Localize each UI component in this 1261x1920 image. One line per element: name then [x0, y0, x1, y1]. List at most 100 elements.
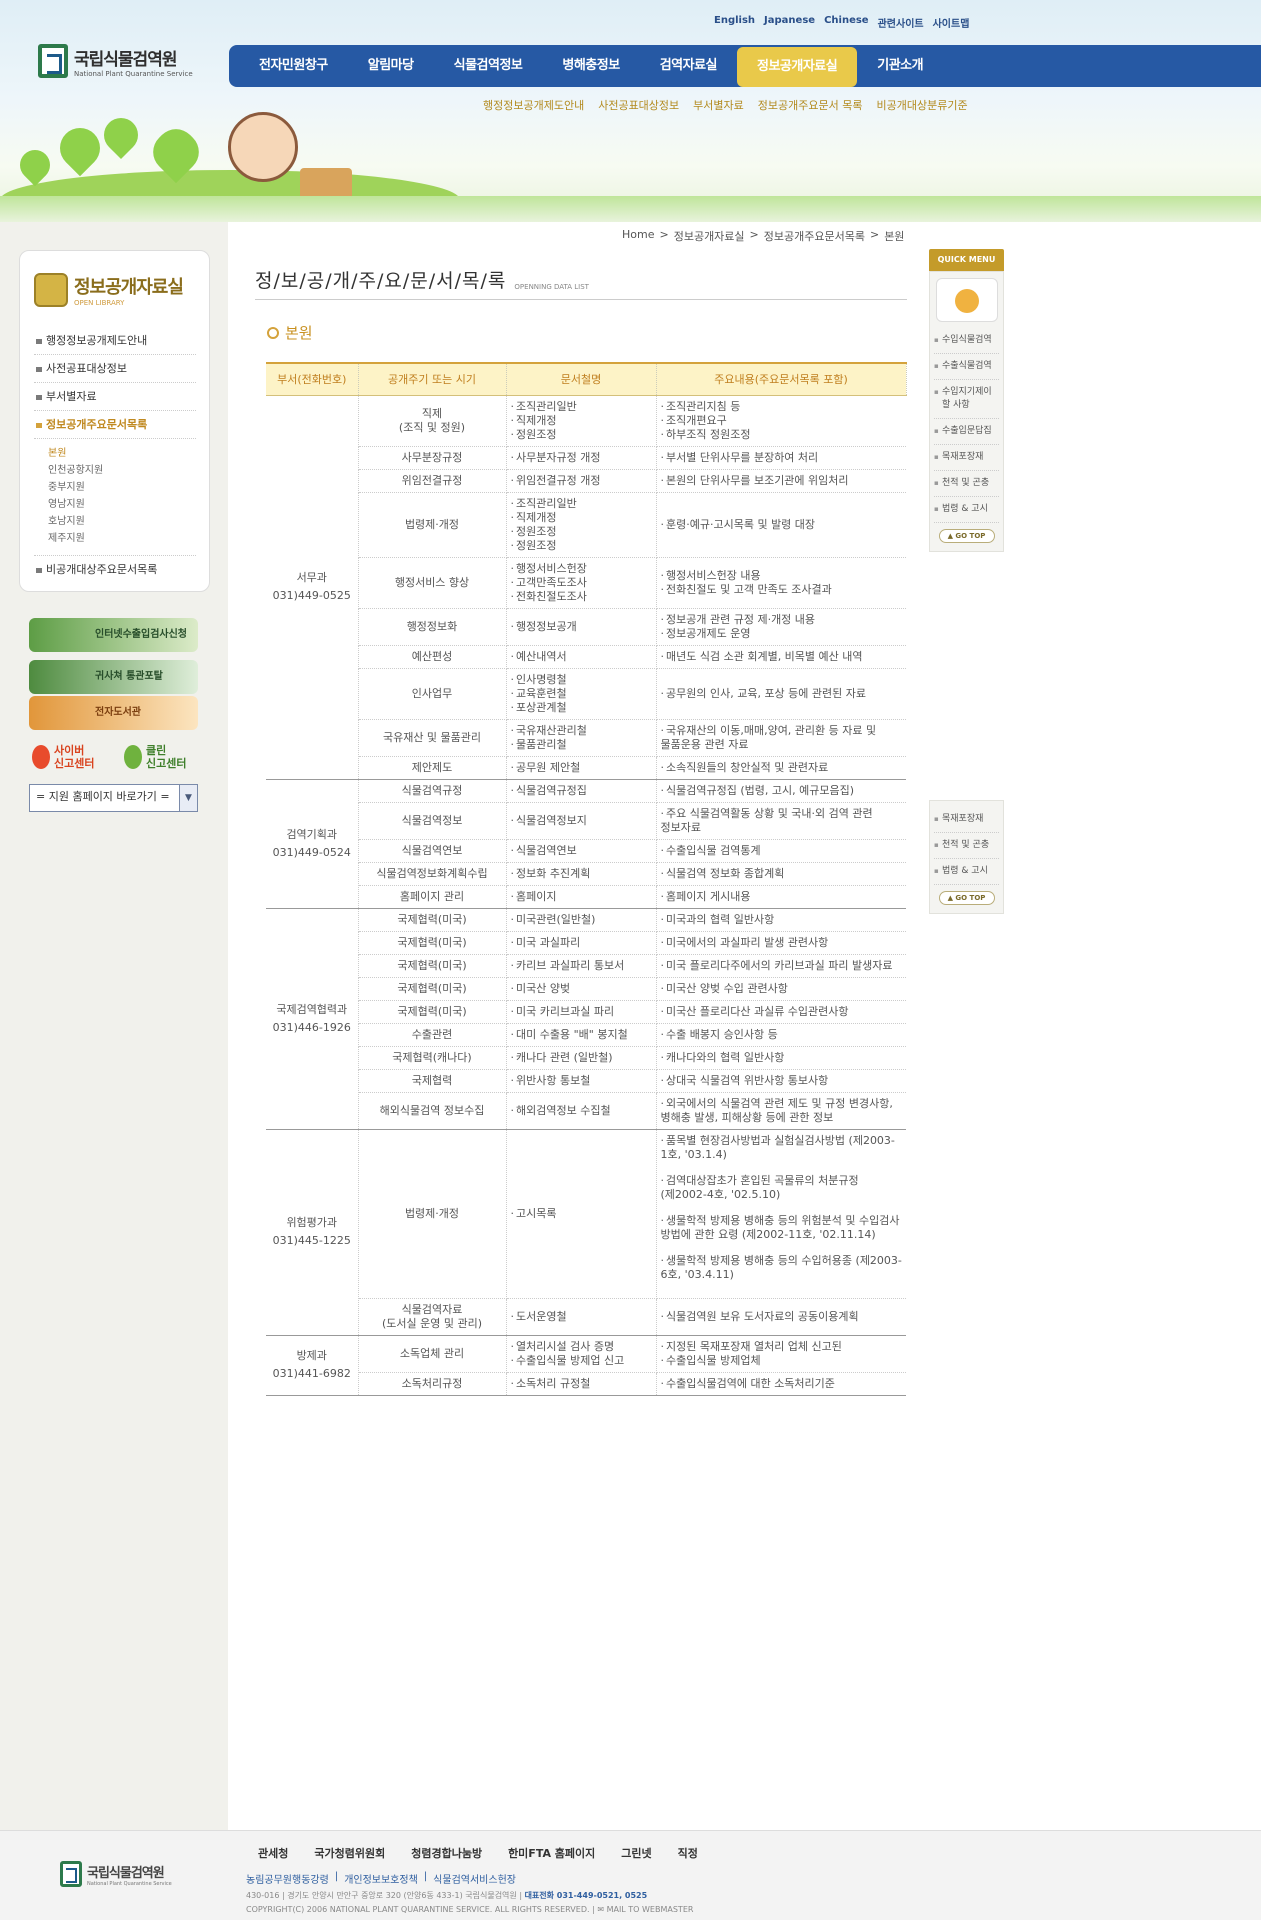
quick-menu-item[interactable]: 수출식물검역	[934, 354, 999, 380]
period-cell: 제안제도	[358, 756, 507, 780]
quick-menu-item[interactable]: 목재포장재	[934, 445, 999, 471]
banner-customs-portal[interactable]: 귀사쳐 통관포탈	[29, 660, 198, 694]
related-sites-link[interactable]: 관련사이트	[878, 15, 924, 30]
subnav-item[interactable]: 정보공개주요문서 목록	[758, 97, 863, 113]
table-row: 예산편성 예산내역서 매년도 식검 소관 회계별, 비목별 예산 내역	[266, 645, 906, 669]
logo-mark-icon	[38, 44, 68, 78]
go-top-button[interactable]: ▲ GO TOP	[938, 529, 995, 543]
breadcrumb-home[interactable]: Home	[622, 228, 654, 244]
breadcrumb-item[interactable]: 정보공개자료실	[674, 228, 745, 244]
sidebar-subitem[interactable]: 호남지원	[48, 513, 196, 530]
document-name: 미국 과실파리	[511, 936, 652, 950]
lang-japanese-link[interactable]: Japanese	[764, 15, 815, 30]
subnav-item[interactable]: 행정정보공개제도안내	[483, 97, 584, 113]
content-line: 소속직원들의 창안실적 및 관련자료	[661, 761, 903, 775]
sidebar-item[interactable]: 부서별자료	[34, 383, 196, 411]
lang-chinese-link[interactable]: Chinese	[824, 15, 869, 30]
quick-menu-item[interactable]: 법령 & 고시	[934, 497, 999, 523]
lang-english-link[interactable]: English	[714, 15, 755, 30]
footer-link[interactable]: 개인정보보호정책	[344, 1871, 418, 1886]
sidebar-subitem[interactable]: 중부지원	[48, 479, 196, 496]
branch-site-select[interactable]: = 지원 홈페이지 바로가기 = ▼	[29, 784, 198, 812]
quick-menu-item[interactable]: 법령 & 고시	[934, 859, 999, 885]
go-top-button[interactable]: ▲ GO TOP	[938, 891, 995, 905]
content-line: 행정서비스헌장 내용	[661, 569, 903, 583]
footer-link[interactable]: 농림공무원행동강령	[246, 1871, 329, 1886]
document-cell: 식물검역규정집	[506, 779, 657, 803]
heart-tree-icon	[96, 110, 146, 160]
quick-menu-item[interactable]: 수입지기제이할 사항	[934, 380, 999, 419]
gnb-item-active[interactable]: 정보공개자료실	[737, 47, 858, 87]
document-name: 직제개정	[511, 511, 652, 525]
table-row: 식물검역자료 (도서실 운영 및 관리) 도서운영철 식물검역원 보유 도서자료의 …	[266, 1298, 906, 1336]
banner-internet-inspection[interactable]: 인터넷수출입검사신청	[29, 618, 198, 652]
period-cell: 위임전결규정	[358, 469, 507, 493]
sidebar-submenu: 본원 인천공항지원 중부지원 영남지원 호남지원 제주지원	[34, 439, 196, 556]
sidebar-item-active[interactable]: 정보공개주요문서목록	[34, 411, 196, 439]
partner-link[interactable]: 관세청	[258, 1845, 288, 1861]
table-row: 방제과031)441-6982소독업체 관리열처리시설 검사 증명수출입식물 방…	[266, 1335, 906, 1396]
content-cell: 지정된 목재포장재 열처리 업체 신고된수출입식물 방제업체	[656, 1335, 906, 1373]
document-name: 조직관리일반	[511, 400, 652, 414]
content-line: 매년도 식검 소관 회계별, 비목별 예산 내역	[661, 650, 903, 664]
gnb-item[interactable]: 병해충정보	[542, 45, 639, 87]
department-name: 국제검역협력과	[276, 1002, 348, 1016]
partner-links: 관세청 국가청렴위원회 청렴경합나눔방 한미FTA 홈페이지 그린넷 직정	[258, 1845, 698, 1861]
partner-link[interactable]: 국가청렴위원회	[314, 1845, 385, 1861]
subnav-item[interactable]: 부서별자료	[693, 97, 744, 113]
document-name: 캐나다 관련 (일반철)	[511, 1051, 652, 1065]
partner-link[interactable]: 청렴경합나눔방	[411, 1845, 482, 1861]
department-name: 방제과	[296, 1349, 327, 1362]
siren-icon	[32, 745, 50, 769]
gnb-item[interactable]: 알림마당	[348, 45, 434, 87]
mail-icon: ✉	[597, 1905, 605, 1914]
banner-e-library[interactable]: 전자도서관	[29, 696, 198, 730]
subnav-item[interactable]: 비공개대상분류기준	[876, 97, 967, 113]
sitemap-link[interactable]: 사이트맵	[933, 15, 970, 30]
content-line: 조직관리지침 등	[661, 400, 903, 414]
footer-link[interactable]: 식물검역서비스헌장	[433, 1871, 516, 1886]
partner-link[interactable]: 한미FTA 홈페이지	[508, 1845, 595, 1861]
document-cell: 행정서비스헌장고객만족도조사전화친절도조사	[506, 557, 657, 609]
gnb-item[interactable]: 검역자료실	[640, 45, 737, 87]
document-name: 행정정보공개	[511, 620, 652, 634]
cyber-report-link[interactable]: 사이버 신고센터	[32, 744, 94, 770]
content-cell: 수출입식물검역에 대한 소독처리기준	[656, 1372, 906, 1396]
site-logo[interactable]: 국립식물검역원 National Plant Quarantine Servic…	[38, 44, 193, 78]
sidebar-subitem[interactable]: 제주지원	[48, 530, 196, 547]
department-phone: 031)449-0524	[272, 845, 351, 859]
content-cell: 미국산 양벚 수입 관련사항	[656, 977, 906, 1001]
quick-menu-item[interactable]: 수출입문답집	[934, 419, 999, 445]
quick-menu-item[interactable]: 수입식물검역	[934, 328, 999, 354]
quick-menu-item[interactable]: 목재포장재	[934, 807, 999, 833]
document-name: 수출입식물 방제업 신고	[511, 1354, 652, 1368]
document-cell: 위임전결규정 개정	[506, 469, 657, 493]
heart-tree-icon	[13, 143, 57, 187]
sidebar-item[interactable]: 행정정보공개제도안내	[34, 327, 196, 355]
gnb-item[interactable]: 기관소개	[857, 45, 943, 87]
sidebar-subitem-active[interactable]: 본원	[48, 445, 196, 462]
sidebar-subitem[interactable]: 영남지원	[48, 496, 196, 513]
breadcrumb-item[interactable]: 정보공개주요문서목록	[764, 228, 865, 244]
sidebar-item[interactable]: 사전공표대상정보	[34, 355, 196, 383]
quick-menu-item[interactable]: 천적 및 곤충	[934, 833, 999, 859]
content-line: 정보공개 관련 규정 제·개정 내용	[661, 613, 903, 627]
chevron-down-icon[interactable]: ▼	[179, 785, 197, 811]
document-name: 포상관계철	[511, 701, 652, 715]
quick-menu: QUICK MENU 수입식물검역 수출식물검역 수입지기제이할 사항 수출입문…	[929, 249, 1004, 552]
partner-link[interactable]: 직정	[678, 1845, 698, 1861]
partner-link[interactable]: 그린넷	[621, 1845, 651, 1861]
table-row: 국제협력(미국) 미국산 양벚 미국산 양벚 수입 관련사항	[266, 977, 906, 1001]
main-phone: 대표전화 031-449-0521, 0525	[524, 1891, 648, 1900]
gnb-item[interactable]: 식물검역정보	[434, 45, 543, 87]
department-phone: 031)449-0525	[272, 589, 351, 602]
mail-webmaster-link[interactable]: MAIL TO WEBMASTER	[607, 1905, 694, 1914]
clean-report-link[interactable]: 클린 신고센터	[124, 744, 186, 770]
document-cell: 열처리시설 검사 증명수출입식물 방제업 신고	[506, 1335, 657, 1373]
sidebar-item[interactable]: 비공개대상주요문서목록	[34, 556, 196, 584]
sidebar-subitem[interactable]: 인천공항지원	[48, 462, 196, 479]
quick-menu-item[interactable]: 천적 및 곤충	[934, 471, 999, 497]
table-row: 국제협력(미국) 미국 카리브과실 파리 미국산 플로리다산 과실류 수입관련사항	[266, 1000, 906, 1024]
gnb-item[interactable]: 전자민원창구	[239, 45, 348, 87]
subnav-item[interactable]: 사전공표대상정보	[598, 97, 679, 113]
